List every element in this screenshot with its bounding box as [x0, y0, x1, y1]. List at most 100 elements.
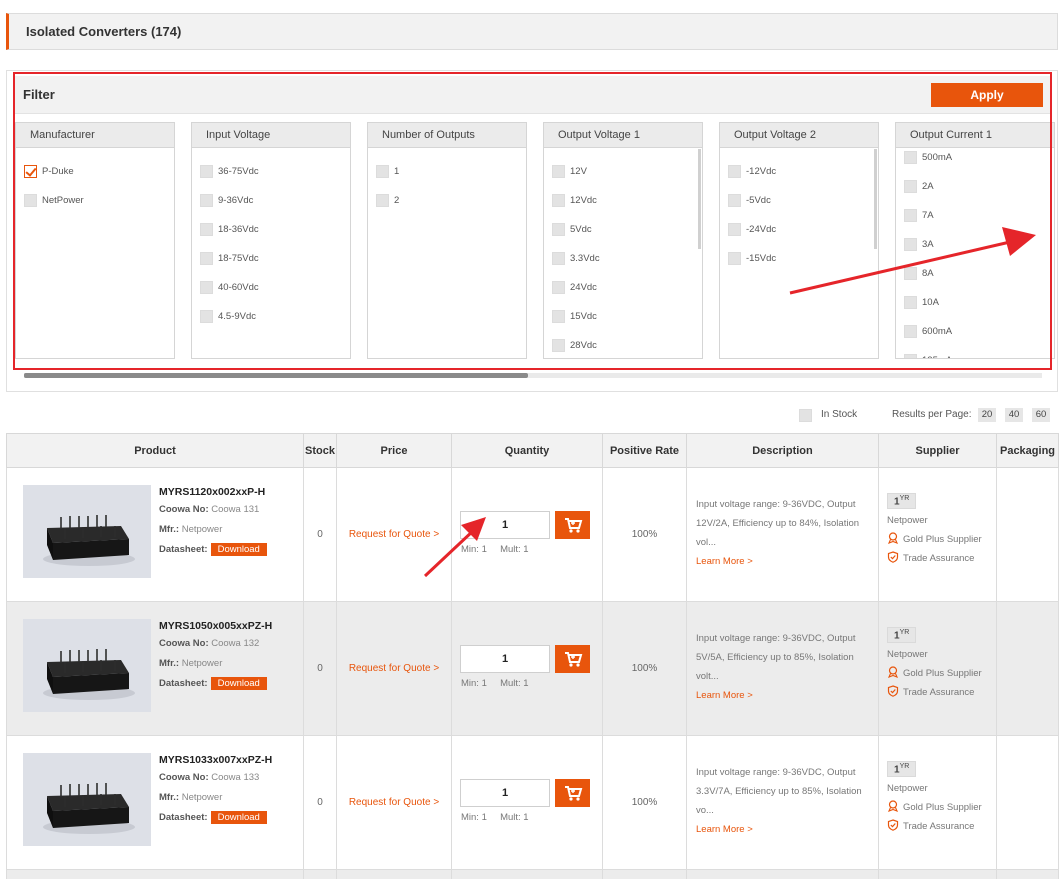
quantity-input[interactable]: 1 [460, 644, 550, 673]
gold-supplier-badge: Gold Plus Supplier [887, 800, 982, 813]
apply-button[interactable]: Apply [931, 83, 1043, 107]
filter-option-label: 8A [922, 268, 934, 279]
in-stock-checkbox[interactable] [799, 409, 812, 422]
checkbox[interactable] [200, 252, 213, 265]
positive-rate: 100% [602, 735, 687, 870]
checkbox[interactable] [24, 194, 37, 207]
years-badge: 1YR [887, 761, 917, 778]
checkbox[interactable] [904, 151, 917, 164]
manufacturer: Mfr.: Netpower [159, 792, 222, 803]
checkbox[interactable] [904, 238, 917, 251]
filter-option-label: 600mA [922, 326, 953, 337]
scrollbar-thumb[interactable] [24, 373, 528, 378]
supplier-name[interactable]: Netpower [887, 783, 982, 794]
checkbox[interactable] [728, 194, 741, 207]
filter-column-output-voltage-2: Output Voltage 2 -12Vdc -5Vdc -24Vdc -15Vdc [719, 122, 879, 359]
product-image-icon [23, 618, 151, 712]
filter-column-title: Output Voltage 2 [720, 123, 878, 148]
coowa-value: Coowa 133 [211, 771, 260, 783]
per-page-60[interactable]: 60 [1032, 408, 1050, 422]
add-to-cart-button[interactable] [555, 510, 590, 539]
checkbox-checked[interactable] [24, 165, 37, 178]
quantity-input[interactable]: 1 [460, 778, 550, 807]
table-row: MYRS1050x005xxPZ-H Coowa No: Coowa 132 M… [6, 601, 1059, 736]
checkbox[interactable] [552, 281, 565, 294]
checkbox[interactable] [552, 223, 565, 236]
checkbox[interactable] [200, 194, 213, 207]
assurance-label: Trade Assurance [903, 821, 975, 833]
filter-option-label: -24Vdc [746, 224, 777, 235]
product-image[interactable] [23, 752, 151, 846]
coowa-value: Coowa 131 [211, 503, 260, 515]
tier-label: Gold Plus Supplier [903, 668, 982, 680]
filter-option-label: 4.5-9Vdc [218, 311, 257, 322]
filter-column-scrollbar[interactable] [698, 149, 701, 249]
add-to-cart-button[interactable] [555, 778, 590, 807]
filter-column-title: Input Voltage [192, 123, 350, 148]
learn-more-link[interactable]: Learn More > [696, 690, 753, 701]
request-quote-link[interactable]: Request for Quote > [337, 529, 451, 540]
product-name[interactable]: MYRS1050x005xxPZ-H [159, 620, 272, 632]
download-button[interactable]: Download [210, 676, 267, 690]
checkbox[interactable] [552, 194, 565, 207]
request-quote-link[interactable]: Request for Quote > [337, 797, 451, 808]
request-quote-link[interactable]: Request for Quote > [337, 663, 451, 674]
years-unit: YR [899, 763, 910, 770]
filter-option-label: P-Duke [42, 166, 74, 177]
years-badge: 1YR [887, 493, 917, 510]
download-button[interactable]: Download [210, 810, 267, 824]
filter-option-label: 1 [394, 166, 400, 177]
col-header-price: Price [336, 433, 452, 468]
checkbox[interactable] [376, 194, 389, 207]
checkbox[interactable] [728, 252, 741, 265]
coowa-value: Coowa 132 [211, 637, 260, 649]
checkbox[interactable] [552, 165, 565, 178]
price-cell: Request for Quote > [336, 601, 452, 736]
checkbox[interactable] [376, 165, 389, 178]
checkbox[interactable] [200, 165, 213, 178]
filter-column-scrollbar[interactable] [874, 149, 877, 249]
checkbox[interactable] [904, 267, 917, 280]
checkbox[interactable] [904, 296, 917, 309]
supplier-name[interactable]: Netpower [887, 515, 982, 526]
checkbox[interactable] [904, 209, 917, 222]
checkbox[interactable] [200, 223, 213, 236]
gold-supplier-badge: Gold Plus Supplier [887, 532, 982, 545]
cart-icon [565, 517, 583, 533]
description-text: Input voltage range: 9-36VDC, Output 3.3… [696, 767, 862, 816]
table-cell [878, 869, 997, 879]
mfr-label: Mfr.: [159, 657, 180, 669]
checkbox[interactable] [552, 310, 565, 323]
filter-option-label: 2A [922, 181, 934, 192]
product-image[interactable] [23, 484, 151, 578]
gold-supplier-icon [887, 800, 899, 813]
product-cell: MYRS1120x002xxP-H Coowa No: Coowa 131 Mf… [6, 467, 304, 602]
filter-column-title: Output Current 1 [896, 123, 1054, 148]
description-cell: Input voltage range: 9-36VDC, Output 3.3… [686, 735, 879, 870]
mult-qty: Mult: 1 [500, 543, 529, 555]
product-name[interactable]: MYRS1033x007xxPZ-H [159, 754, 272, 766]
checkbox[interactable] [904, 180, 917, 193]
checkbox[interactable] [552, 339, 565, 352]
supplier-name[interactable]: Netpower [887, 649, 982, 660]
filter-column-title: Output Voltage 1 [544, 123, 702, 148]
product-name[interactable]: MYRS1120x002xxP-H [159, 486, 265, 498]
checkbox[interactable] [552, 252, 565, 265]
learn-more-link[interactable]: Learn More > [696, 824, 753, 835]
checkbox[interactable] [904, 325, 917, 338]
datasheet-label: Datasheet: [159, 811, 208, 823]
filter-option-label: 10A [922, 297, 939, 308]
quantity-input[interactable]: 1 [460, 510, 550, 539]
per-page-40[interactable]: 40 [1005, 408, 1023, 422]
checkbox[interactable] [200, 281, 213, 294]
assurance-label: Trade Assurance [903, 553, 975, 565]
download-button[interactable]: Download [210, 542, 267, 556]
add-to-cart-button[interactable] [555, 644, 590, 673]
product-image[interactable] [23, 618, 151, 712]
learn-more-link[interactable]: Learn More > [696, 556, 753, 567]
checkbox[interactable] [904, 354, 917, 358]
checkbox[interactable] [728, 223, 741, 236]
checkbox[interactable] [728, 165, 741, 178]
checkbox[interactable] [200, 310, 213, 323]
per-page-20[interactable]: 20 [978, 408, 996, 422]
